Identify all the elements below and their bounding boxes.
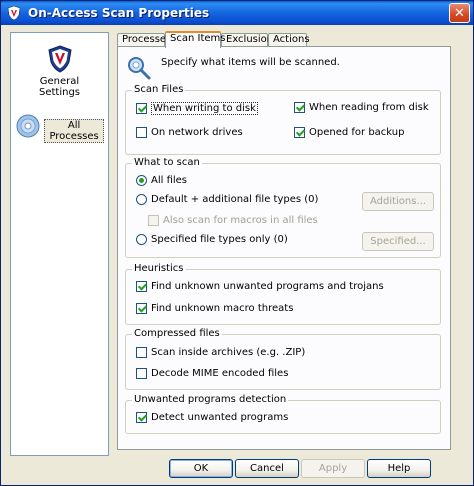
sidebar-label-general: General (39, 76, 80, 87)
tab-processes[interactable]: Processes (117, 33, 171, 47)
close-button[interactable]: ✕ (449, 3, 470, 23)
when-writing-checkbox[interactable]: When writing to disk (136, 102, 258, 115)
specified-button[interactable]: Specified... (362, 232, 434, 251)
when-writing-label: When writing to disk (151, 102, 258, 115)
specified-types-radio[interactable]: Specified file types only (0) (136, 234, 288, 245)
sidebar: General Settings All Processes (10, 32, 109, 456)
opened-backup-box[interactable] (294, 127, 305, 138)
all-files-label: All files (151, 175, 188, 186)
compressed-files-title: Compressed files (132, 328, 222, 340)
default-types-radio[interactable]: Default + additional file types (0) (136, 194, 318, 205)
mime-checkbox[interactable]: Decode MIME encoded files (136, 368, 288, 379)
macro-threats-label: Find unknown macro threats (151, 303, 294, 314)
default-types-radio-dot[interactable] (136, 194, 147, 205)
mime-box[interactable] (136, 368, 147, 379)
detect-unwanted-checkbox[interactable]: Detect unwanted programs (136, 412, 288, 423)
ok-button[interactable]: OK (169, 459, 233, 478)
shield-icon (47, 45, 72, 73)
network-drives-box[interactable] (136, 127, 147, 138)
sidebar-item-all-processes[interactable]: All Processes (11, 113, 108, 143)
specified-types-radio-dot[interactable] (136, 234, 147, 245)
macro-threats-checkbox[interactable]: Find unknown macro threats (136, 303, 293, 314)
disc-icon (16, 114, 40, 138)
all-files-radio-dot[interactable] (136, 175, 147, 186)
what-to-scan-group: What to scan All files Default + additio… (125, 157, 441, 258)
macro-threats-box[interactable] (136, 303, 147, 314)
all-files-radio[interactable]: All files (136, 175, 187, 186)
unwanted-trojans-box[interactable] (136, 281, 147, 292)
sidebar-label-all: All (67, 120, 81, 131)
sidebar-label-settings: Settings (38, 87, 80, 98)
window-title: On-Access Scan Properties (28, 6, 210, 20)
when-reading-checkbox[interactable]: When reading from disk (294, 102, 429, 113)
properties-window: On-Access Scan Properties ✕ General Sett… (0, 0, 474, 486)
mcafee-logo-icon (7, 5, 21, 21)
network-drives-checkbox[interactable]: On network drives (136, 127, 243, 138)
mime-label: Decode MIME encoded files (151, 368, 289, 379)
when-reading-box[interactable] (294, 102, 305, 113)
unwanted-programs-title: Unwanted programs detection (132, 394, 289, 406)
header-description: Specify what items will be scanned. (161, 57, 340, 68)
apply-button[interactable]: Apply (301, 459, 365, 478)
also-macros-label: Also scan for macros in all files (163, 215, 318, 226)
unwanted-trojans-checkbox[interactable]: Find unknown unwanted programs and troja… (136, 281, 384, 292)
sidebar-label-processes: Processes (49, 131, 99, 142)
tab-scan-items[interactable]: Scan Items (165, 31, 225, 48)
archives-checkbox[interactable]: Scan inside archives (e.g. .ZIP) (136, 347, 305, 358)
detect-unwanted-box[interactable] (136, 412, 147, 423)
heuristics-title: Heuristics (132, 263, 186, 275)
sidebar-selected-label: All Processes (44, 119, 104, 143)
specified-types-label: Specified file types only (0) (151, 234, 288, 245)
unwanted-programs-group: Unwanted programs detection Detect unwan… (125, 394, 441, 434)
network-drives-label: On network drives (151, 127, 243, 138)
also-macros-checkbox[interactable]: Also scan for macros in all files (148, 215, 318, 226)
default-types-label: Default + additional file types (0) (151, 194, 319, 205)
detect-unwanted-label: Detect unwanted programs (151, 412, 289, 423)
also-macros-box[interactable] (148, 215, 159, 226)
scan-files-title: Scan Files (132, 84, 186, 96)
tab-exclusions[interactable]: Exclusions (221, 33, 278, 47)
close-icon: ✕ (454, 5, 465, 21)
compressed-files-group: Compressed files Scan inside archives (e… (125, 328, 441, 390)
unwanted-trojans-label: Find unknown unwanted programs and troja… (151, 281, 384, 292)
magnifier-icon (128, 57, 151, 80)
when-reading-label: When reading from disk (309, 102, 429, 113)
opened-backup-label: Opened for backup (309, 127, 405, 138)
archives-box[interactable] (136, 347, 147, 358)
help-button[interactable]: Help (367, 459, 431, 478)
additions-button[interactable]: Additions... (362, 192, 434, 211)
tab-actions[interactable]: Actions (268, 33, 310, 47)
cancel-button[interactable]: Cancel (235, 459, 299, 478)
title-bar[interactable]: On-Access Scan Properties ✕ (1, 1, 473, 25)
what-to-scan-title: What to scan (132, 157, 202, 169)
opened-backup-checkbox[interactable]: Opened for backup (294, 127, 404, 138)
archives-label: Scan inside archives (e.g. .ZIP) (151, 347, 306, 358)
sidebar-item-general-settings[interactable]: General Settings (11, 45, 108, 98)
when-writing-box[interactable] (136, 103, 147, 114)
scan-files-group: Scan Files When writing to disk When rea… (125, 84, 441, 155)
heuristics-group: Heuristics Find unknown unwanted program… (125, 263, 441, 325)
